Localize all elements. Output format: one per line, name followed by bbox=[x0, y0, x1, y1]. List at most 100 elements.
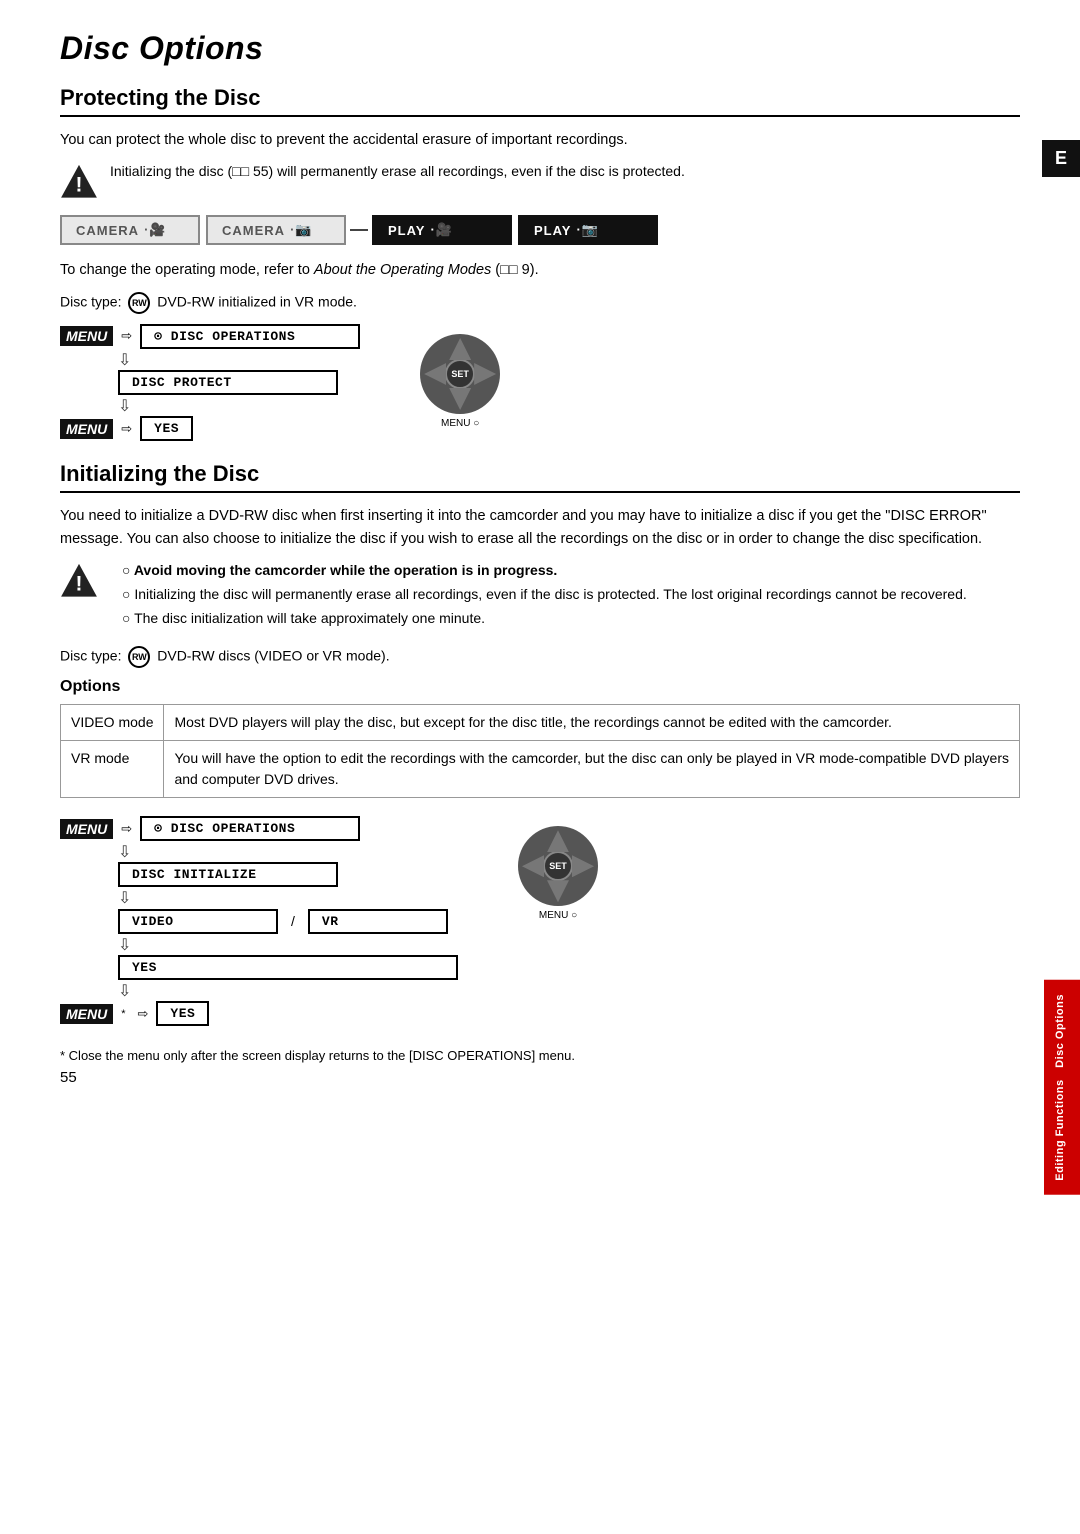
warning-icon-2: ! bbox=[60, 562, 98, 600]
controller-right-1 bbox=[474, 363, 496, 385]
section-tab-e: E bbox=[1042, 140, 1080, 177]
mode-btn-play-video-icon: ·🎥 bbox=[430, 222, 453, 238]
menu2-box-disc-init: DISC INITIALIZE bbox=[118, 862, 338, 887]
warning-icon-1: ! bbox=[60, 163, 98, 201]
menu2-slash: / bbox=[286, 910, 300, 932]
page-title: Disc Options bbox=[60, 30, 1020, 67]
disc-type-line-2: Disc type: RW DVD-RW discs (VIDEO or VR … bbox=[60, 646, 1020, 668]
mode-sep bbox=[350, 229, 368, 231]
table-row-video: VIDEO mode Most DVD players will play th… bbox=[61, 705, 1020, 741]
down-arrow-1a: ⇩ bbox=[60, 351, 360, 370]
mode-btn-camera-photo-icon: ·📷 bbox=[290, 222, 313, 238]
controller-graphic-2: SET MENU ○ bbox=[518, 826, 598, 921]
table-cell-video-mode: VIDEO mode bbox=[61, 705, 164, 741]
rw-badge-2: RW bbox=[128, 646, 150, 668]
svg-text:!: ! bbox=[76, 573, 83, 596]
menu-label-below-1: MENU ○ bbox=[441, 418, 479, 429]
down-arrow-2d: ⇩ bbox=[60, 982, 458, 1001]
controller-circle-2: SET bbox=[518, 826, 598, 906]
menu2-box-video: VIDEO bbox=[118, 909, 278, 934]
menu2-arrow-1e: ⇨ bbox=[138, 1006, 149, 1022]
menu2-label-1e: MENU bbox=[60, 1004, 113, 1024]
menu-step-1a: MENU ⇨ ⊙ DISC OPERATIONS bbox=[60, 324, 360, 349]
options-heading: Options bbox=[60, 678, 1020, 696]
page-number: 55 bbox=[60, 1069, 77, 1086]
controller-set-1: SET bbox=[445, 359, 475, 389]
menu2-step-1d: YES bbox=[60, 955, 458, 980]
down-arrow-2b: ⇩ bbox=[60, 889, 458, 908]
menu2-step-1e: MENU * ⇨ YES bbox=[60, 1001, 458, 1026]
menu-label-1a: MENU bbox=[60, 326, 113, 346]
mode-btn-camera-photo: CAMERA ·📷 bbox=[206, 215, 346, 245]
controller-circle-1: SET bbox=[420, 334, 500, 414]
menu2-box-disc-ops: ⊙ DISC OPERATIONS bbox=[140, 816, 360, 841]
down-arrow-1b: ⇩ bbox=[60, 397, 360, 416]
controller-top-2 bbox=[547, 830, 569, 852]
mode-btn-play-photo: PLAY ·📷 bbox=[518, 215, 658, 245]
menu-arrow-1c: ⇨ bbox=[121, 421, 132, 437]
down-arrow-2a: ⇩ bbox=[60, 843, 458, 862]
controller-bottom-1 bbox=[449, 388, 471, 410]
menu2-step-1c: VIDEO / VR bbox=[60, 909, 458, 934]
tab-letter: E bbox=[1055, 148, 1067, 169]
menu2-step-1b: DISC INITIALIZE bbox=[60, 862, 458, 887]
section2-heading: Initializing the Disc bbox=[60, 461, 1020, 493]
warning-bullets-container: Avoid moving the camcorder while the ope… bbox=[110, 560, 967, 632]
controller-right-2 bbox=[572, 855, 594, 877]
mode-btn-camera-video: CAMERA ·🎥 bbox=[60, 215, 200, 245]
table-cell-vr-desc: You will have the option to edit the rec… bbox=[164, 741, 1020, 798]
rw-badge-1: RW bbox=[128, 292, 150, 314]
table-cell-video-desc: Most DVD players will play the disc, but… bbox=[164, 705, 1020, 741]
side-label-text: Editing Functions Disc Options bbox=[1054, 994, 1066, 1181]
controller-left-2 bbox=[522, 855, 544, 877]
menu-step-1b: DISC PROTECT bbox=[60, 370, 360, 395]
mode-btn-play-photo-icon: ·📷 bbox=[576, 222, 599, 238]
menu-nav-1: MENU ⇨ ⊙ DISC OPERATIONS ⇩ DISC PROTECT … bbox=[60, 324, 1020, 443]
table-cell-vr-mode: VR mode bbox=[61, 741, 164, 798]
menu2-box-vr: VR bbox=[308, 909, 448, 934]
warn-bullet-3: The disc initialization will take approx… bbox=[122, 608, 967, 629]
controller-bottom-2 bbox=[547, 880, 569, 902]
operating-mode-note: To change the operating mode, refer to A… bbox=[60, 259, 1020, 281]
mode-btn-camera-video-icon: ·🎥 bbox=[144, 222, 167, 238]
warn-bullet-1: Avoid moving the camcorder while the ope… bbox=[122, 560, 967, 581]
menu2-label-1a: MENU bbox=[60, 819, 113, 839]
menu2-box-yes2: YES bbox=[156, 1001, 209, 1026]
section1-intro: You can protect the whole disc to preven… bbox=[60, 129, 1020, 151]
footnote: * Close the menu only after the screen d… bbox=[60, 1046, 1020, 1066]
controller-top-1 bbox=[449, 338, 471, 360]
warn-bullet-2: Initializing the disc will permanently e… bbox=[122, 584, 967, 605]
menu-arrow-1a: ⇨ bbox=[121, 328, 132, 344]
menu-label-below-2: MENU ○ bbox=[539, 910, 577, 921]
menu-nav-steps-2: MENU ⇨ ⊙ DISC OPERATIONS ⇩ DISC INITIALI… bbox=[60, 816, 458, 1028]
side-label: Editing Functions Disc Options bbox=[1044, 980, 1080, 1195]
menu-step-1c: MENU ⇨ YES bbox=[60, 416, 360, 441]
warning-box-2: ! Avoid moving the camcorder while the o… bbox=[60, 560, 1020, 632]
menu-nav-2: MENU ⇨ ⊙ DISC OPERATIONS ⇩ DISC INITIALI… bbox=[60, 816, 1020, 1028]
warn-bullets: Avoid moving the camcorder while the ope… bbox=[122, 560, 967, 629]
options-table: VIDEO mode Most DVD players will play th… bbox=[60, 704, 1020, 798]
menu-box-disc-ops-1: ⊙ DISC OPERATIONS bbox=[140, 324, 360, 349]
menu-box-yes-1: YES bbox=[140, 416, 193, 441]
mode-btn-play-video: PLAY ·🎥 bbox=[372, 215, 512, 245]
controller-set-2: SET bbox=[543, 851, 573, 881]
mode-btn-play-video-label: PLAY bbox=[388, 223, 425, 238]
down-arrow-2c: ⇩ bbox=[60, 936, 458, 955]
mode-btn-camera-photo-label: CAMERA bbox=[222, 223, 285, 238]
menu-label-1c: MENU bbox=[60, 419, 113, 439]
warning-text-1: Initializing the disc (□□ 55) will perma… bbox=[110, 161, 685, 182]
menu2-star: * bbox=[121, 1008, 125, 1020]
menu2-arrow-1a: ⇨ bbox=[121, 821, 132, 837]
controller-graphic-1: SET MENU ○ bbox=[420, 334, 500, 429]
warning-box-1: ! Initializing the disc (□□ 55) will per… bbox=[60, 161, 1020, 201]
mode-btn-play-photo-label: PLAY bbox=[534, 223, 571, 238]
menu2-box-yes1: YES bbox=[118, 955, 458, 980]
menu-box-disc-protect: DISC PROTECT bbox=[118, 370, 338, 395]
controller-left-1 bbox=[424, 363, 446, 385]
menu-nav-steps-1: MENU ⇨ ⊙ DISC OPERATIONS ⇩ DISC PROTECT … bbox=[60, 324, 360, 443]
mode-btn-camera-video-label: CAMERA bbox=[76, 223, 139, 238]
svg-text:!: ! bbox=[76, 174, 83, 197]
section2-intro: You need to initialize a DVD-RW disc whe… bbox=[60, 505, 1020, 550]
menu2-step-1a: MENU ⇨ ⊙ DISC OPERATIONS bbox=[60, 816, 458, 841]
section1-heading: Protecting the Disc bbox=[60, 85, 1020, 117]
